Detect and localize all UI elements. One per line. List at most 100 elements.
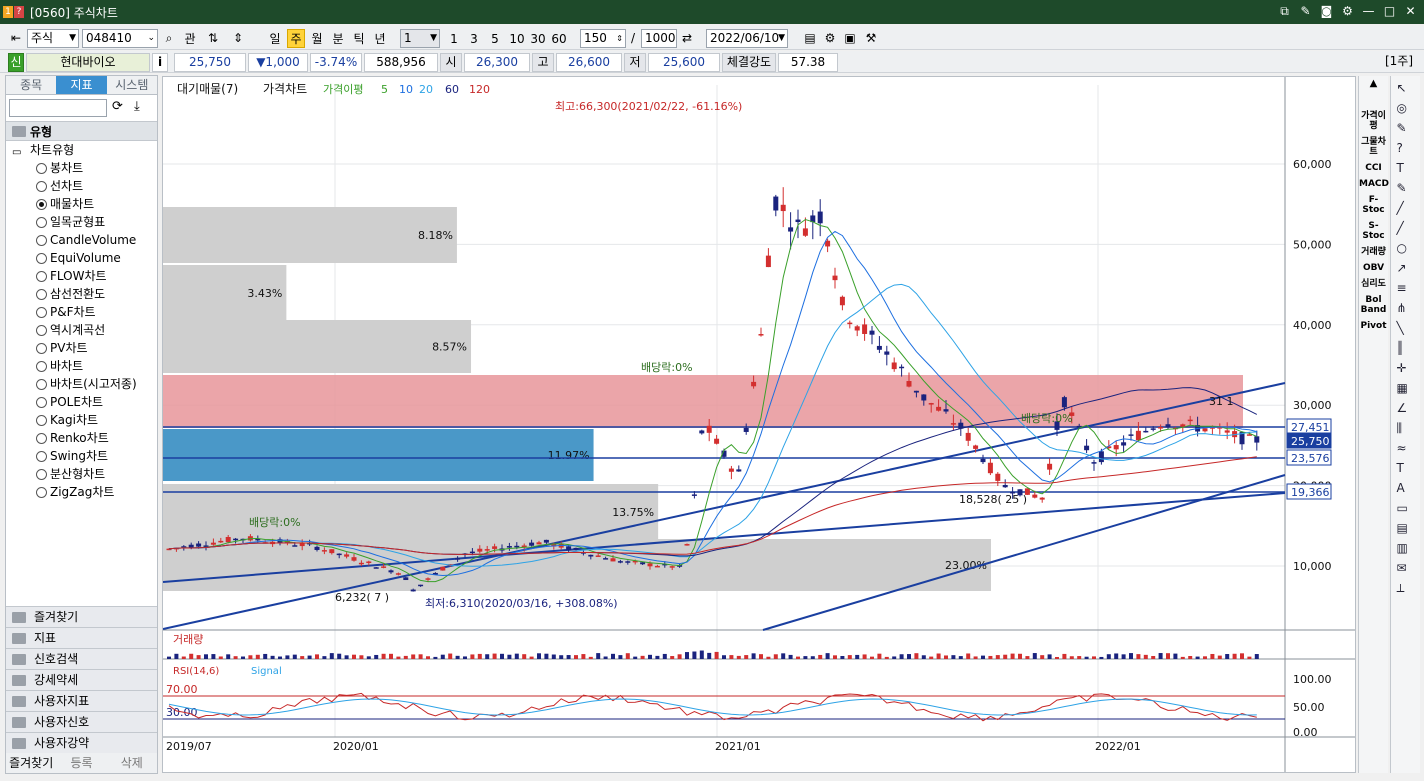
channel-icon[interactable]: ║ [1397,340,1415,356]
tab-indicators[interactable]: 지표 [56,76,107,94]
trend-icon[interactable]: ╲ [1397,320,1415,336]
indicator-shortcut[interactable]: Pivot [1359,321,1388,331]
settings-icon[interactable]: ⚙ [822,29,838,48]
minimize-icon[interactable]: — [1361,3,1376,19]
auto-icon[interactable]: A [1397,480,1415,496]
chart-type-item[interactable]: 봉차트 [6,159,157,177]
indicator-shortcut[interactable]: MACD [1359,179,1389,189]
mode-button[interactable]: 관 [180,29,200,48]
chart-type-item[interactable]: 바차트 [6,357,157,375]
market-select[interactable]: 주식 ▼ [27,29,79,48]
chart-type-item[interactable]: Renko차트 [6,429,157,447]
bottom-section[interactable]: 강세약세 [6,669,157,690]
indicator-shortcut[interactable]: 거래량 [1359,247,1388,257]
chart-type-item[interactable]: 매물차트 [6,195,157,213]
radio-icon[interactable] [36,415,47,426]
indicator-shortcut[interactable]: 그물차트 [1359,137,1388,157]
period-month[interactable]: 월 [308,29,326,48]
eraser-icon[interactable]: ◎ [1397,100,1415,116]
gann-icon[interactable]: ▦ [1397,380,1415,396]
link-icon[interactable]: ⧉ [1277,3,1292,19]
apply-icon[interactable]: ⇄ [678,29,696,48]
indicator-shortcut[interactable]: S-Stoc [1359,221,1388,241]
code-input[interactable]: 048410 ⌄ [82,29,158,48]
camera-icon[interactable]: ◙ [1319,3,1334,19]
radio-icon[interactable] [36,235,47,246]
brush-icon[interactable]: ✎ [1397,120,1415,136]
indicator-search-input[interactable] [9,99,107,117]
section-type[interactable]: 유형 [6,121,157,141]
download-icon[interactable]: ⤓ [134,99,140,114]
arrow-icon[interactable]: ↗ [1397,260,1415,276]
bottom-section[interactable]: 지표 [6,627,157,648]
page-icon[interactable]: ▤ [1397,520,1415,536]
radio-icon[interactable] [36,325,47,336]
radio-icon[interactable] [36,361,47,372]
favorites-button[interactable]: 즐겨찾기 [6,753,56,773]
chart-type-item[interactable]: P&F차트 [6,303,157,321]
indicator-shortcut[interactable]: OBV [1359,263,1388,273]
category-chart-types[interactable]: ▭ 차트유형 [6,141,157,159]
text-icon[interactable]: T [1397,160,1415,176]
fibonacci-icon[interactable]: ≡ [1397,280,1415,296]
line-tool-icon[interactable]: ╱ [1397,220,1415,236]
chart-type-item[interactable]: EquiVolume [6,249,157,267]
interval-10[interactable]: 10 [507,29,527,48]
chart-type-item[interactable]: 일목균형표 [6,213,157,231]
chart-area[interactable]: 8.18% 3.43% 8.57% 11.97% 13.75% 23.00% 60,000… [162,76,1356,773]
indicator-shortcut[interactable]: CCI [1359,163,1388,173]
line-icon[interactable]: ╱ [1397,200,1415,216]
max-count-input[interactable]: 1000 [641,29,677,48]
pencil-icon[interactable]: ✎ [1397,180,1415,196]
refresh-icon[interactable]: ⟳ [112,99,123,114]
radio-icon[interactable] [36,343,47,354]
interval-30[interactable]: 30 [528,29,548,48]
chart-type-item[interactable]: 바차트(시고저종) [6,375,157,393]
bottom-section[interactable]: 신호검색 [6,648,157,669]
radio-icon[interactable] [36,253,47,264]
interval-5[interactable]: 5 [487,29,503,48]
radio-icon[interactable] [36,379,47,390]
radio-icon[interactable] [36,487,47,498]
memo-icon[interactable]: ✉ [1397,560,1415,576]
chart-type-item[interactable]: POLE차트 [6,393,157,411]
delete-button[interactable]: 삭제 [107,753,157,773]
period-minute[interactable]: 분 [329,29,347,48]
register-button[interactable]: 등록 [56,753,106,773]
radio-icon[interactable] [36,469,47,480]
chart-type-item[interactable]: Swing차트 [6,447,157,465]
save-icon[interactable]: ▣ [842,29,858,48]
period-day[interactable]: 일 [266,29,284,48]
chart-type-item[interactable]: Kagi차트 [6,411,157,429]
text-tool-icon[interactable]: T [1397,460,1415,476]
info-icon[interactable]: i [152,53,168,72]
window-icon[interactable]: ▭ [1397,500,1415,516]
indicator-shortcut[interactable]: 가격이평 [1359,111,1388,131]
radio-icon[interactable] [36,181,47,192]
bars-icon[interactable]: ⫼ [1397,420,1415,436]
chart-type-item[interactable]: CandleVolume [6,231,157,249]
scroll-up-icon[interactable]: ▲ [1359,79,1388,89]
chart-type-item[interactable]: 역시계곡선 [6,321,157,339]
bottom-section[interactable]: 사용자신호 [6,711,157,732]
indicator-shortcut[interactable]: Bol Band [1359,295,1388,315]
chart-svg[interactable]: 8.18%3.43%8.57%11.97%13.75%23.00% 60,000… [162,77,1355,772]
pitchfork-icon[interactable]: ⋔ [1397,300,1415,316]
radio-icon[interactable] [36,307,47,318]
period-week[interactable]: 주 [287,29,305,48]
wave-icon[interactable]: ≈ [1397,440,1415,456]
interval-select[interactable]: 1 ▼ [400,29,440,48]
interval-60[interactable]: 60 [549,29,569,48]
chart-icon[interactable]: ▥ [1397,540,1415,556]
help-icon[interactable]: ? [1397,140,1415,156]
cross-icon[interactable]: ✛ [1397,360,1415,376]
tab-stocks[interactable]: 종목 [6,76,57,94]
radio-icon[interactable] [36,433,47,444]
bottom-section[interactable]: 즐겨찾기 [6,606,157,627]
sync-icon[interactable]: ⇅ [203,29,223,48]
tab-systems[interactable]: 시스템 [106,76,157,94]
circle-icon[interactable]: ○ [1397,240,1415,256]
radio-icon[interactable] [36,289,47,300]
period-year[interactable]: 년 [371,29,389,48]
interval-3[interactable]: 3 [466,29,482,48]
